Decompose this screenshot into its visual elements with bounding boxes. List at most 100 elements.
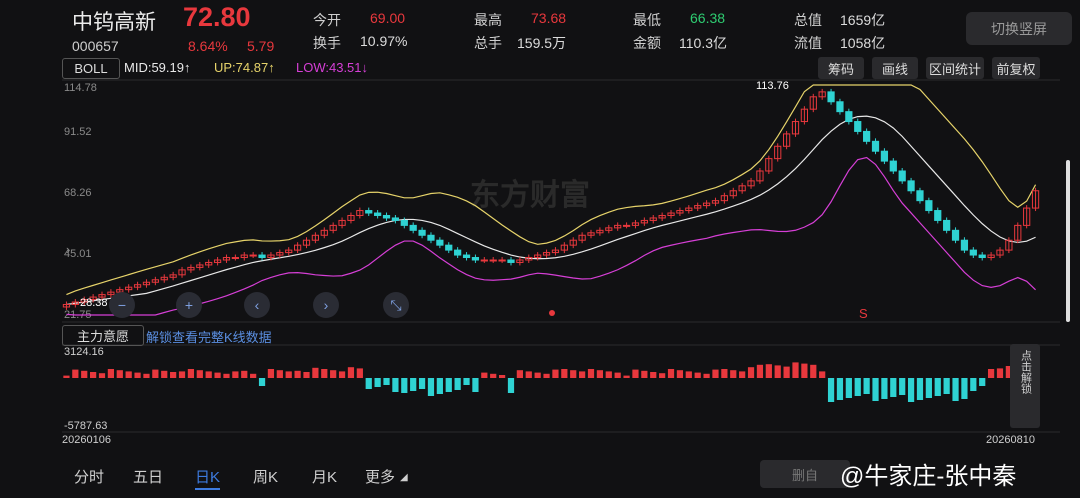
candle-body	[498, 259, 506, 262]
mainforce-bar	[810, 364, 817, 378]
mainforce-bar	[134, 372, 141, 378]
side-unlock-button[interactable]: 点击解锁	[1010, 344, 1040, 428]
candle-body	[249, 254, 257, 257]
mainforce-bar	[916, 378, 924, 400]
mainforce-bar	[783, 366, 790, 378]
scroll-left-icon[interactable]: ‹	[244, 292, 270, 318]
mainforce-bar	[63, 375, 70, 378]
mainforce-bar	[570, 370, 577, 378]
mainforce-bar	[845, 378, 852, 398]
mainforce-bar	[650, 372, 657, 378]
mainforce-bar	[116, 370, 123, 378]
mainforce-bar	[765, 364, 772, 378]
candle-body	[374, 212, 382, 216]
candle-body	[427, 234, 435, 241]
mainforce-bar	[258, 378, 266, 386]
mainforce-bar	[330, 370, 337, 378]
mainforce-bar	[979, 378, 986, 386]
mainforce-bar	[125, 371, 132, 378]
vertical-scrollbar[interactable]	[1066, 160, 1070, 322]
mainforce-bar	[490, 373, 497, 378]
zoom-in-icon[interactable]: +	[176, 292, 202, 318]
expand-left-icon[interactable]: ›	[66, 242, 70, 257]
mainforce-bar	[863, 378, 870, 394]
mainforce-bar	[801, 363, 808, 378]
mainforce-bar	[827, 378, 835, 402]
candle-body	[454, 249, 462, 256]
mainforce-bar	[899, 378, 906, 395]
mainforce-bar	[881, 378, 888, 399]
candle-body	[400, 219, 408, 226]
candle-body	[445, 244, 453, 251]
tab-monthly-k[interactable]: 月K	[312, 466, 337, 487]
start-date: 20260106	[62, 434, 111, 446]
delete-custom-button[interactable]: 删自	[760, 460, 850, 488]
tab-five-day[interactable]: 五日	[133, 466, 163, 487]
mainforce-bar	[623, 375, 630, 378]
candle-body	[231, 257, 239, 260]
candle-body	[391, 217, 400, 221]
zoom-out-icon[interactable]: −	[109, 292, 135, 318]
candle-body	[898, 170, 906, 182]
mainforce-bar	[996, 368, 1004, 378]
weibo-watermark: @牛家庄-张中秦	[840, 463, 1017, 490]
mainforce-bar	[365, 378, 372, 389]
tab-daily-k[interactable]: 日K	[195, 466, 221, 490]
mainforce-bar	[703, 373, 710, 378]
mainforce-bar	[721, 369, 728, 378]
reset-view-icon[interactable]: ⤡	[383, 292, 409, 318]
candle-body	[934, 210, 942, 221]
high-price-marker: 113.76	[756, 80, 789, 92]
candle-body	[845, 111, 853, 123]
mainforce-bar	[792, 362, 799, 378]
tab-more[interactable]: 更多	[365, 466, 395, 487]
mainforce-bar	[81, 370, 88, 378]
mainforce-bar	[890, 378, 897, 397]
mainforce-bar	[427, 378, 435, 396]
mainforce-bar	[525, 371, 532, 378]
mainforce-bar	[632, 369, 639, 378]
tab-intraday[interactable]: 分时	[74, 466, 104, 487]
candle-body	[889, 160, 897, 172]
mainforce-bar	[312, 367, 319, 378]
mainforce-bar	[641, 370, 648, 378]
mainforce-bar	[605, 371, 612, 378]
mainforce-bar	[418, 378, 426, 389]
mainforce-bar	[347, 367, 355, 378]
kline-chart[interactable]: 东方财富	[0, 0, 1080, 498]
mainforce-bar	[196, 370, 203, 378]
candle-body	[880, 150, 889, 162]
mainforce-bar	[463, 378, 470, 385]
candle-body	[916, 190, 924, 202]
mainforce-bar	[934, 378, 941, 396]
candle-body	[960, 239, 969, 251]
mainforce-bar	[659, 373, 666, 378]
unlock-kline-link[interactable]: 解锁查看完整K线数据	[146, 327, 272, 346]
mainforce-bar	[401, 378, 408, 393]
candle-body	[951, 229, 960, 241]
mainforce-bar	[267, 369, 275, 378]
mainforce-bar	[534, 372, 541, 378]
candle-body	[943, 219, 951, 231]
sub-axis-max: 3124.16	[64, 346, 104, 358]
mainforce-bar	[374, 378, 381, 387]
mainforce-bar	[481, 372, 488, 378]
mainforce-bar	[543, 373, 550, 378]
scroll-right-icon[interactable]: ›	[313, 292, 339, 318]
mainforce-bar	[667, 369, 675, 378]
mainforce-bar	[232, 371, 239, 378]
sub-indicator-selector[interactable]: 主力意愿	[62, 325, 144, 346]
mainforce-bar	[516, 370, 523, 378]
mainforce-bar	[152, 369, 159, 378]
mainforce-bar	[774, 365, 781, 378]
mainforce-bar	[338, 371, 346, 378]
candle-body	[622, 224, 631, 227]
mainforce-bar	[445, 378, 452, 392]
mainforce-bar	[685, 371, 692, 378]
mainforce-bar	[90, 372, 97, 378]
mainforce-bar	[614, 372, 621, 378]
mainforce-bar	[107, 369, 115, 378]
mainforce-bar	[472, 378, 479, 392]
mainforce-bar	[170, 372, 177, 378]
tab-weekly-k[interactable]: 周K	[253, 466, 278, 487]
